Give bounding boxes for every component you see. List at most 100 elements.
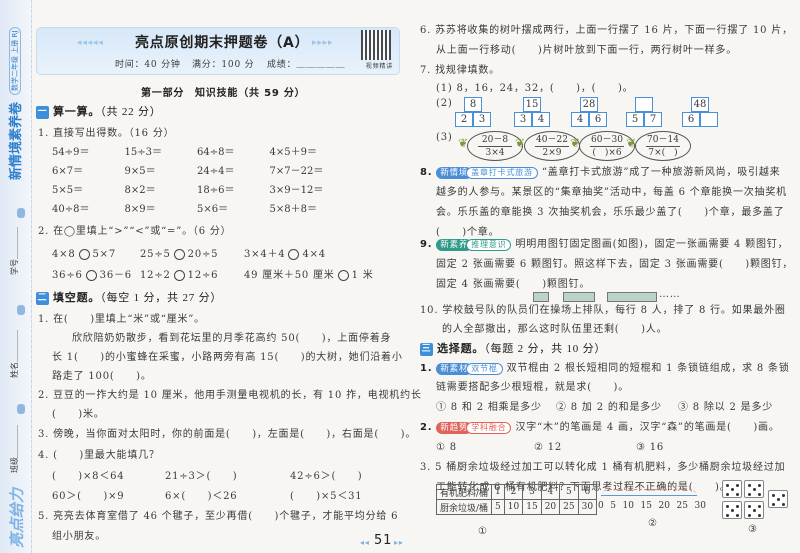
compare-circle[interactable]	[78, 249, 90, 260]
exam-header: ◂◂◂◂◂ 亮点原创期末押题卷（A） ▸▸▸▸ 时间：40 分钟 满分：100 …	[36, 27, 400, 75]
section-note: （每题 2 分，共 10 分）	[484, 343, 607, 355]
calc-item[interactable]: 8×9＝	[125, 203, 198, 217]
compare-item[interactable]: 4×8 5×7	[52, 248, 116, 262]
option-label: ③	[748, 524, 758, 535]
pyramid-cell-blank[interactable]	[700, 112, 718, 127]
calc-item[interactable]: 5×5＝	[52, 184, 125, 198]
question-number: 1.	[420, 363, 433, 374]
part-label: (2)	[436, 98, 453, 109]
choice-option[interactable]: ② 8 加 2 的和是多少	[556, 401, 662, 415]
calc-item[interactable]: 4×5＋9＝	[270, 146, 343, 160]
fertilizer-table: 有机肥料/桶 1 2 3 4 5 6 厨余垃圾/桶 5 10 15 20 25 30	[435, 484, 598, 515]
fill-item[interactable]: 60＞( )×9	[52, 490, 124, 504]
section-note: （共 22 分）	[100, 106, 162, 118]
calc-item[interactable]: 9×5＝	[125, 165, 198, 179]
question-text: 组小朋友。	[52, 531, 106, 542]
choice-option[interactable]: ① 8 和 2 相乘是多少	[436, 401, 542, 415]
question-text: 1. 直接写出得数。（16 分）	[38, 128, 175, 139]
choice-option[interactable]: ③ 8 除以 2 是多少	[678, 401, 773, 415]
prev-page-icon[interactable]: ◂◂	[360, 536, 370, 550]
id-label: 学号	[10, 259, 19, 275]
compare-circle[interactable]	[173, 270, 185, 281]
id-field[interactable]: 学号＿＿＿＿	[9, 227, 20, 275]
question-text: 固定 2 张画需要 6 颗图钉。照这样下去，固定 3 张画需要( )颗图钉，	[436, 259, 794, 270]
fill-item[interactable]: ( )×5＜31	[290, 490, 362, 504]
option-label: ②	[648, 518, 658, 529]
dice-five-icon	[722, 501, 742, 519]
row-header: 有机肥料/桶	[435, 484, 493, 500]
compare-item[interactable]: 25÷5 20÷5	[140, 248, 218, 262]
topic-tag: 盖章打卡式旅游	[466, 166, 538, 179]
oval-top: 40－22	[535, 135, 569, 147]
oval-top: 20－8	[478, 134, 512, 147]
fill-item[interactable]: ( )×8＜64	[52, 470, 124, 484]
choice-option[interactable]: ② 12	[534, 441, 562, 455]
compare-item[interactable]: 3×4＋4 4×4	[244, 248, 326, 262]
oval-top: 70－14	[646, 135, 680, 147]
calc-grid: 54÷9＝ 15÷3＝ 64÷8＝ 4×5＋9＝ 6×7＝ 9×5＝ 24÷4＝ 7×7－2…	[52, 146, 342, 217]
compare-item[interactable]: 49 厘米＋50 厘米 1 米	[244, 269, 374, 283]
question-text: 越多的人参与。某景区的“集章抽奖”活动中，每盖 6 个章能换一次抽奖机	[436, 187, 787, 198]
question-text: 2. 豆豆的一拃大约是 10 厘米，他用手测量电视机的长，有 10 拃，电视机约…	[38, 390, 422, 401]
oval-bottom: 3×4	[485, 148, 505, 158]
section-title: 填空题。	[53, 291, 101, 304]
table-cell: 6	[577, 484, 598, 500]
score-label: 成绩：	[267, 60, 297, 70]
qr-code-icon[interactable]	[361, 30, 391, 60]
score-field[interactable]: 成绩：＿＿＿＿＿	[267, 58, 345, 72]
jump-arcs	[601, 489, 697, 497]
pyramid-cell: 3	[473, 112, 491, 127]
compare-item[interactable]: 12÷2 12÷6	[140, 269, 218, 283]
section-title: 算一算。	[53, 105, 101, 118]
calc-item[interactable]: 5×6＝	[197, 203, 270, 217]
name-field[interactable]: 姓名＿＿＿＿	[9, 330, 20, 378]
section-number-icon: 二	[36, 291, 49, 305]
question-text: 从上面一行移动( )片树叶放到下面一行，两行树叶一样多。	[436, 45, 738, 56]
oval-bottom[interactable]: 7×( )	[636, 147, 690, 159]
question-text: 6. 苏苏将收集的树叶摆成两行，上面一行摆了 16 片，下面一行摆了 10 片，	[420, 25, 793, 36]
tick-label: 10	[622, 501, 634, 511]
calc-item[interactable]: 64÷8＝	[197, 146, 270, 160]
calc-item[interactable]: 54÷9＝	[52, 146, 125, 160]
pyramid-cell: 5	[626, 112, 644, 127]
calc-item[interactable]: 5×8＋8＝	[270, 203, 343, 217]
calc-item[interactable]: 7×7－22＝	[270, 165, 343, 179]
binding-hole	[17, 404, 25, 414]
expr-left: 36÷6	[52, 270, 83, 281]
expr-right: 36－6	[99, 270, 132, 281]
section-3-heading: 三选择题。（每题 2 分，共 10 分）	[420, 342, 606, 356]
fill-item[interactable]: 21÷3＞( )	[165, 470, 237, 484]
class-field[interactable]: 班级＿＿＿＿	[9, 425, 20, 473]
compare-circle[interactable]	[85, 270, 97, 281]
table-cell: 20	[540, 499, 561, 515]
choice-option[interactable]: ① 8	[436, 441, 457, 455]
question-text: 长 1( )的小蜜蜂在采蜜，小路两旁有高 15( )的大树，她们沿着小	[52, 352, 403, 363]
compare-circle[interactable]	[288, 249, 300, 260]
compare-circle[interactable]	[173, 249, 185, 260]
table-cell: 30	[577, 499, 598, 515]
question-number: 2.	[420, 422, 433, 433]
calc-item[interactable]: 18÷6＝	[197, 184, 270, 198]
fill-item[interactable]: 6×( )＜26	[165, 490, 237, 504]
compare-circle[interactable]	[337, 270, 349, 281]
question-8: 8. 新情境 盖章打卡式旅游 “盖章打卡式旅游”成了一种旅游新风尚，吸引越来	[420, 166, 780, 180]
fill-item[interactable]: 42÷6＞( )	[290, 470, 362, 484]
class-label: 班级	[10, 457, 19, 473]
expr-right: 20÷5	[187, 249, 219, 260]
option-label: ①	[478, 526, 488, 537]
compare-item[interactable]: 36÷6 36－6	[52, 269, 132, 283]
next-page-icon[interactable]: ▸▸	[394, 536, 404, 550]
calc-item[interactable]: 15÷3＝	[125, 146, 198, 160]
section-number-icon: 一	[36, 105, 49, 119]
calc-item[interactable]: 6×7＝	[52, 165, 125, 179]
pyramid-top-blank[interactable]	[635, 97, 653, 112]
choice-option[interactable]: ③ 16	[636, 441, 664, 455]
calc-item[interactable]: 24÷4＝	[197, 165, 270, 179]
oval-equation: 70－14 7×( )	[635, 131, 691, 161]
pyramid-cell: 6	[682, 112, 700, 127]
question-text: 明明用图钉固定图画(如图)，固定一张画需要 4 颗图钉，	[515, 239, 789, 250]
tick-label: 20	[658, 501, 670, 511]
calc-item[interactable]: 8×2＝	[125, 184, 198, 198]
calc-item[interactable]: 40÷8＝	[52, 203, 125, 217]
calc-item[interactable]: 3×9－12＝	[270, 184, 343, 198]
